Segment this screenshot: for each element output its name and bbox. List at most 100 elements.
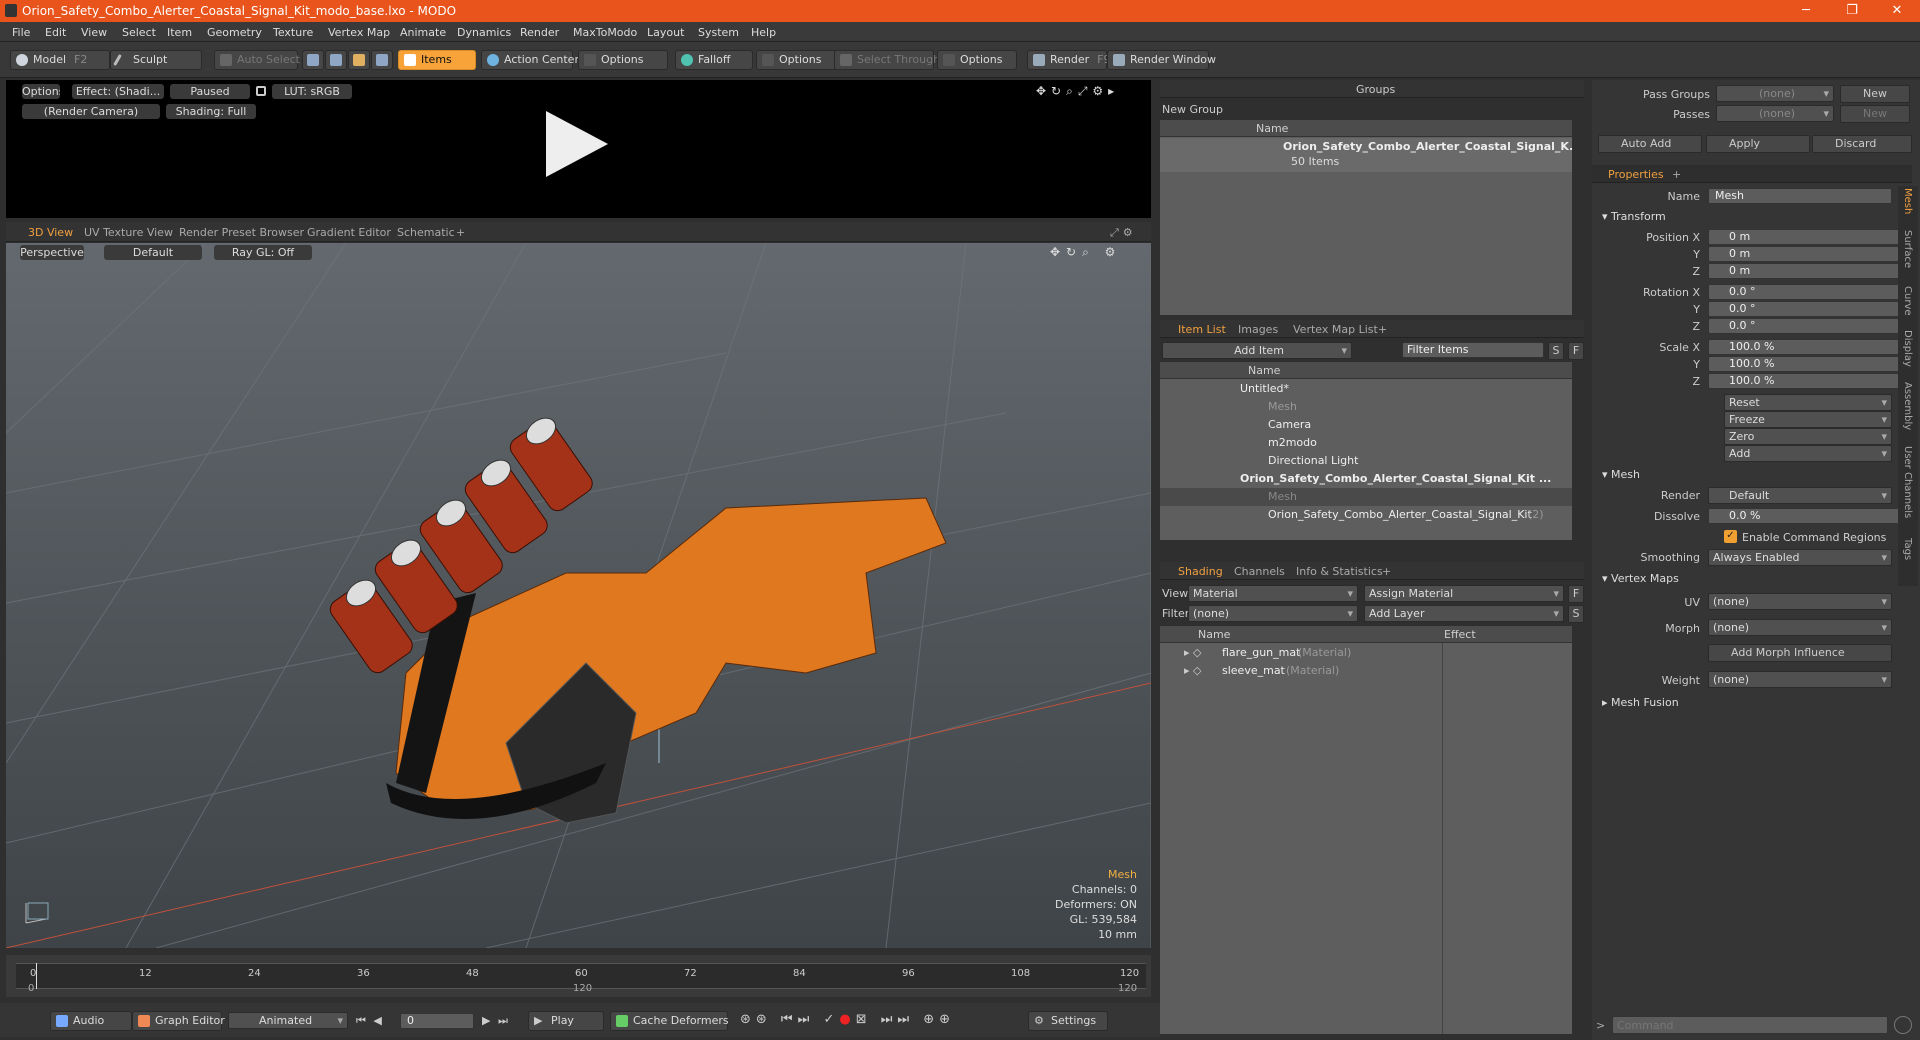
- list-item[interactable]: Untitled*: [1160, 380, 1572, 398]
- auto-add-button[interactable]: Auto Add: [1598, 135, 1702, 153]
- menu-system[interactable]: System: [698, 26, 739, 39]
- add-item-dropdown[interactable]: Add Item: [1162, 342, 1352, 359]
- menu-animate[interactable]: Animate: [400, 26, 446, 39]
- settings-button[interactable]: ⚙ Settings: [1028, 1011, 1108, 1031]
- side-tab-curve[interactable]: Curve: [1902, 286, 1913, 316]
- tab-add-shading[interactable]: +: [1382, 565, 1391, 578]
- model-mode-button[interactable]: Model F2: [10, 50, 110, 70]
- side-tab-display[interactable]: Display: [1902, 330, 1913, 367]
- falloff-button[interactable]: Falloff: [675, 50, 753, 70]
- side-tab-tags[interactable]: Tags: [1902, 538, 1913, 560]
- add-layer-dropdown[interactable]: Add Layer: [1364, 605, 1564, 622]
- tab-add[interactable]: +: [456, 226, 465, 239]
- tab-render-preset-browser[interactable]: Render Preset Browser: [179, 226, 304, 239]
- dissolve-field[interactable]: 0.0 %: [1708, 508, 1904, 524]
- position-z-field[interactable]: 0 m: [1708, 263, 1904, 279]
- enable-command-regions-checkbox[interactable]: ✓: [1724, 530, 1737, 543]
- transport-prev-icons[interactable]: ⏮ ◀: [356, 1014, 384, 1028]
- list-item[interactable]: Orion_Safety_Combo_Alerter_Coastal_Signa…: [1160, 506, 1572, 524]
- material-row[interactable]: ▸ ◇ sleeve_mat (Material): [1160, 662, 1572, 680]
- animated-dropdown[interactable]: Animated: [228, 1012, 348, 1029]
- viewport-expand-icon[interactable]: ⤢⚙: [1110, 226, 1137, 240]
- menu-vertex-map[interactable]: Vertex Map: [328, 26, 390, 39]
- render-nav-icons[interactable]: ✥↻⌕⤢⚙▸: [1036, 84, 1119, 99]
- list-item[interactable]: Mesh: [1160, 488, 1572, 506]
- timeline-cursor[interactable]: [36, 963, 37, 989]
- select-through-options-button[interactable]: Options: [937, 50, 1017, 70]
- scale-x-field[interactable]: 100.0 %: [1708, 339, 1904, 355]
- render-button[interactable]: Render F9: [1027, 50, 1111, 70]
- reset-dropdown[interactable]: Reset: [1724, 394, 1892, 411]
- shading-f-button[interactable]: F: [1568, 585, 1584, 603]
- menu-file[interactable]: File: [12, 26, 30, 39]
- tab-info-statistics[interactable]: Info & Statistics: [1296, 565, 1383, 578]
- tab-add-itemlist[interactable]: +: [1378, 323, 1387, 336]
- assign-material-dropdown[interactable]: Assign Material: [1364, 585, 1564, 602]
- position-x-field[interactable]: 0 m: [1708, 229, 1904, 245]
- zero-dropdown[interactable]: Zero: [1724, 428, 1892, 445]
- maximize-button[interactable]: ❐: [1829, 0, 1875, 22]
- polygons-mode-button[interactable]: [348, 50, 370, 70]
- list-item[interactable]: m2modo: [1160, 434, 1572, 452]
- raygl-dropdown[interactable]: Ray GL: Off: [214, 245, 312, 260]
- menu-geometry[interactable]: Geometry: [207, 26, 262, 39]
- edges-mode-button[interactable]: [325, 50, 347, 70]
- position-y-field[interactable]: 0 m: [1708, 246, 1904, 262]
- tab-images[interactable]: Images: [1238, 323, 1278, 336]
- command-history-icon[interactable]: [1894, 1016, 1912, 1034]
- sculpt-mode-button[interactable]: Sculpt: [110, 50, 202, 70]
- menu-select[interactable]: Select: [122, 26, 156, 39]
- action-center-options-button[interactable]: Options: [578, 50, 668, 70]
- viewport-nav-icons[interactable]: ✥↻⌕ ⚙: [1050, 245, 1121, 260]
- weight-dropdown[interactable]: (none): [1708, 671, 1892, 688]
- play-button[interactable]: ▶ Play: [528, 1011, 604, 1031]
- falloff-options-button[interactable]: Options: [756, 50, 836, 70]
- tab-shading[interactable]: Shading: [1178, 565, 1223, 578]
- list-item[interactable]: Directional Light: [1160, 452, 1572, 470]
- add-morph-influence-button[interactable]: Add Morph Influence: [1708, 644, 1892, 662]
- frame-input[interactable]: 0: [400, 1013, 474, 1029]
- render-window-button[interactable]: Render Window: [1107, 50, 1216, 70]
- key-tools-icons[interactable]: ⊛⊛ ⏮⏭ ✓●⊠ ⏭⏭ ⊕⊕: [740, 1012, 955, 1027]
- filter-items-input[interactable]: Filter Items: [1402, 342, 1544, 358]
- effect-dropdown[interactable]: Effect: (Shadi...: [72, 84, 164, 99]
- pass-groups-dropdown[interactable]: (none): [1716, 85, 1834, 102]
- materials-mode-button[interactable]: [371, 50, 393, 70]
- vertices-mode-button[interactable]: [302, 50, 324, 70]
- rotation-y-field[interactable]: 0.0 °: [1708, 301, 1904, 317]
- scale-y-field[interactable]: 100.0 %: [1708, 356, 1904, 372]
- new-pass-button[interactable]: New: [1840, 105, 1910, 123]
- tab-channels[interactable]: Channels: [1234, 565, 1285, 578]
- shading-dropdown[interactable]: Shading: Full: [166, 104, 256, 119]
- shading-s-button[interactable]: S: [1568, 605, 1584, 623]
- render-options-button[interactable]: Options: [22, 84, 60, 99]
- list-item[interactable]: Camera: [1160, 416, 1572, 434]
- view-dropdown[interactable]: Material: [1188, 585, 1358, 602]
- menu-edit[interactable]: Edit: [45, 26, 66, 39]
- menu-help[interactable]: Help: [751, 26, 776, 39]
- smoothing-dropdown[interactable]: Always Enabled: [1708, 549, 1892, 566]
- menu-view[interactable]: View: [81, 26, 107, 39]
- play-icon[interactable]: [546, 111, 608, 177]
- material-row[interactable]: ▸ ◇ flare_gun_mat (Material): [1160, 644, 1572, 662]
- transport-next-icons[interactable]: ▶ ⏭: [482, 1014, 510, 1028]
- new-pass-group-button[interactable]: New: [1840, 85, 1910, 103]
- morph-dropdown[interactable]: (none): [1708, 619, 1892, 636]
- tab-gradient-editor[interactable]: Gradient Editor: [307, 226, 391, 239]
- lock-icon[interactable]: [256, 86, 266, 96]
- transform-section[interactable]: ▾ Transform: [1602, 210, 1666, 223]
- menu-texture[interactable]: Texture: [273, 26, 313, 39]
- timeline[interactable]: 0 12 24 36 48 60 72 84 96 108 120 0 120 120: [6, 955, 1151, 997]
- side-tab-surface[interactable]: Surface: [1902, 230, 1913, 268]
- scale-z-field[interactable]: 100.0 %: [1708, 373, 1904, 389]
- menu-dynamics[interactable]: Dynamics: [457, 26, 511, 39]
- vertex-maps-section[interactable]: ▾ Vertex Maps: [1602, 572, 1679, 585]
- menu-maxtomodo[interactable]: MaxToModo: [573, 26, 637, 39]
- uv-dropdown[interactable]: (none): [1708, 593, 1892, 610]
- menu-render[interactable]: Render: [520, 26, 559, 39]
- side-tab-mesh[interactable]: Mesh: [1902, 188, 1913, 214]
- menu-layout[interactable]: Layout: [647, 26, 684, 39]
- tab-item-list[interactable]: Item List: [1178, 323, 1226, 336]
- passes-dropdown[interactable]: (none): [1716, 105, 1834, 122]
- group-row[interactable]: Orion_Safety_Combo_Alerter_Coastal_Signa…: [1160, 138, 1572, 172]
